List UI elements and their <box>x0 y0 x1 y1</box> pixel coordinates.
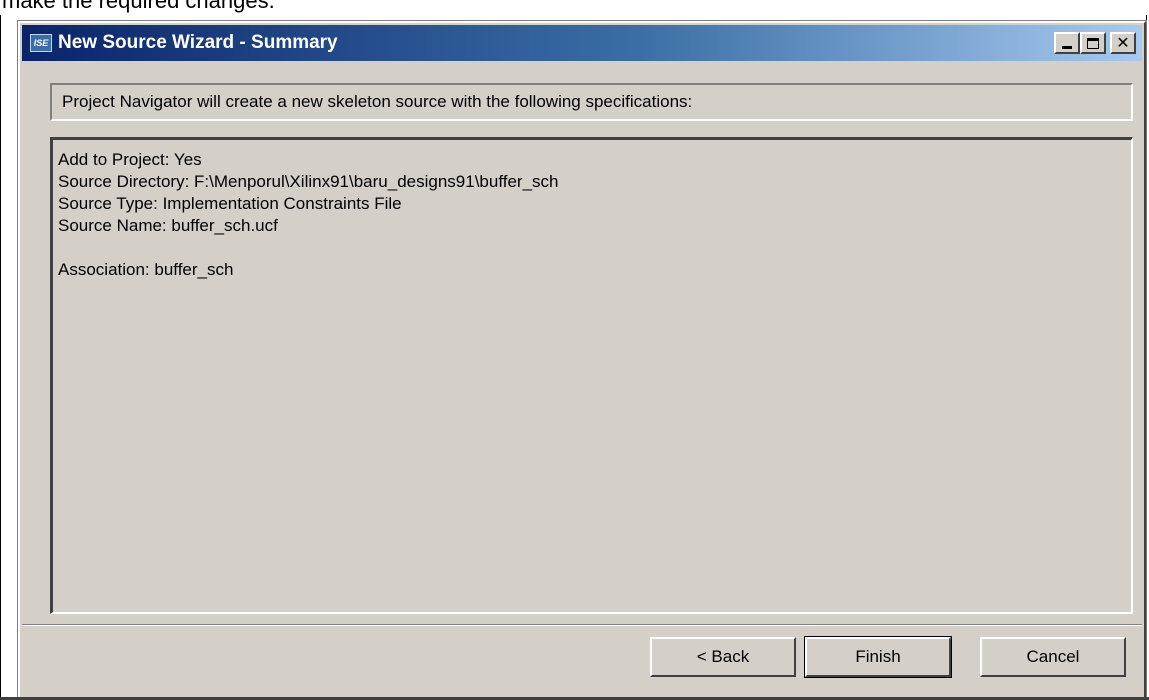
title-bar[interactable]: ISE New Source Wizard - Summary ✕ <box>22 25 1142 61</box>
maximize-icon <box>1087 37 1099 49</box>
minimize-icon <box>1062 46 1072 49</box>
page: make the required changes. ISE New Sourc… <box>0 0 1149 700</box>
close-button[interactable]: ✕ <box>1110 32 1136 54</box>
back-button[interactable]: < Back <box>650 637 796 677</box>
spec-blank-line <box>58 237 1131 259</box>
cancel-button[interactable]: Cancel <box>980 637 1126 677</box>
specifications-box: Add to Project: Yes Source Directory: F:… <box>50 137 1133 614</box>
window-controls: ✕ <box>1054 32 1136 54</box>
spec-add-to-project: Add to Project: Yes <box>58 150 202 169</box>
finish-button[interactable]: Finish <box>804 636 952 678</box>
spec-source-type: Source Type: Implementation Constraints … <box>58 194 402 213</box>
window-title: New Source Wizard - Summary <box>58 32 338 53</box>
info-message: Project Navigator will create a new skel… <box>50 83 1133 121</box>
minimize-button[interactable] <box>1054 32 1080 54</box>
close-icon: ✕ <box>1116 33 1130 52</box>
ise-app-icon: ISE <box>30 34 52 52</box>
button-divider <box>22 624 1142 626</box>
wizard-window: ISE New Source Wizard - Summary ✕ Projec… <box>17 20 1147 700</box>
spec-source-directory: Source Directory: F:\Menporul\Xilinx91\b… <box>58 172 559 191</box>
spec-source-name: Source Name: buffer_sch.ucf <box>58 216 278 235</box>
document-caption: make the required changes. <box>2 0 275 13</box>
maximize-button[interactable] <box>1080 32 1106 54</box>
spec-association: Association: buffer_sch <box>58 260 234 279</box>
